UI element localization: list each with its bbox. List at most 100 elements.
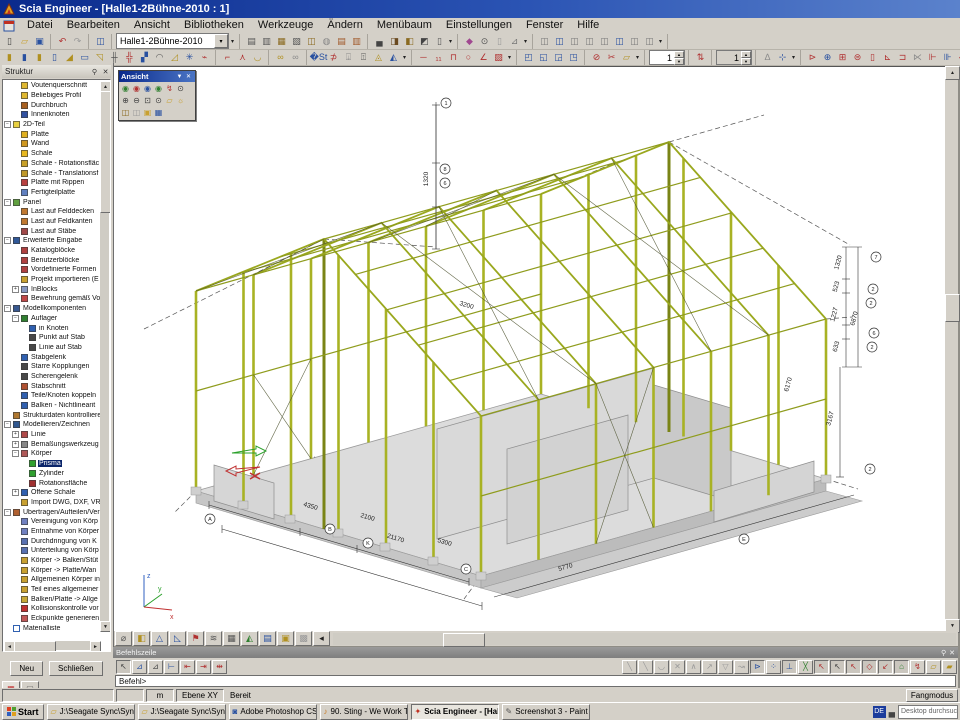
label-view-icon[interactable]: ⚑ (187, 631, 204, 646)
triangle-dark-icon[interactable]: ⊿ (148, 660, 163, 674)
window-layout4-icon[interactable]: ◫ (582, 34, 597, 48)
draw-angle-icon[interactable]: ∠ (476, 51, 491, 65)
tree-item[interactable]: +Linie (4, 430, 100, 440)
collapse-icon[interactable]: − (4, 421, 11, 428)
print-preview-icon[interactable]: ◨ (387, 34, 402, 48)
scroll-right-icon[interactable]: ► (90, 641, 101, 652)
menu-datei[interactable]: Datei (20, 18, 60, 33)
member-run-icon[interactable]: ◭ (386, 51, 401, 65)
load-view-icon[interactable]: ◺ (169, 631, 186, 646)
tree-item[interactable]: Teil eines allgemeiner (4, 585, 100, 595)
collapse-icon[interactable]: − (4, 305, 11, 312)
menu-ändern[interactable]: Ändern (320, 18, 369, 33)
befehlszeile-header[interactable]: Befehlszeile ⚲ ✕ (113, 647, 958, 658)
snap-peak-icon[interactable]: ∧ (686, 660, 701, 674)
member-data-icon[interactable]: ⍐ (356, 51, 371, 65)
dropdown-arrow-icon[interactable]: ▾ (447, 34, 454, 48)
expand-icon[interactable]: + (12, 286, 19, 293)
snap-polygon-icon[interactable]: ⌂ (894, 660, 909, 674)
window-layout1-icon[interactable]: ◫ (537, 34, 552, 48)
node-snap9-icon[interactable]: ⊩ (925, 51, 940, 65)
document-icon[interactable] (3, 20, 15, 32)
view-grid-icon[interactable]: ▦ (153, 107, 164, 118)
clipboard-icon[interactable]: ◫ (304, 34, 319, 48)
forbid-icon[interactable]: ⊘ (589, 51, 604, 65)
struktur-panel-header[interactable]: Struktur ⚲ ✕ (2, 65, 111, 78)
tree-item[interactable]: Last auf Felddecken (4, 207, 100, 217)
window-layout8-icon[interactable]: ◫ (642, 34, 657, 48)
tree-item[interactable]: Benutzerblöcke (4, 255, 100, 265)
dropdown-arrow-icon[interactable]: ▾ (657, 34, 664, 48)
trim-both-icon[interactable]: ⇹ (212, 660, 227, 674)
snap-ortho-icon[interactable]: ◇ (862, 660, 877, 674)
tree-item[interactable]: Unterteilung von Körp (4, 546, 100, 556)
gallery-icon[interactable]: ◧ (402, 34, 417, 48)
tree-item[interactable]: −Übertragen/Aufteilen/Ver (4, 507, 100, 517)
new-document-icon[interactable]: ▯ (2, 34, 17, 48)
clip-plane-icon[interactable]: ↯ (164, 83, 175, 94)
measure-icon[interactable]: ⊿ (507, 34, 522, 48)
status-plane[interactable]: Ebene XY (176, 689, 224, 702)
tree-item[interactable]: Allgemeinen Körper in (4, 575, 100, 585)
tree-item[interactable]: Stabschnitt (4, 381, 100, 391)
command-input[interactable]: Befehl> (115, 675, 956, 687)
undo-icon[interactable]: ↶ (55, 34, 70, 48)
viewpane2-icon[interactable]: ◱ (536, 51, 551, 65)
open-folder-icon[interactable]: ▱ (17, 34, 32, 48)
tree-item[interactable]: Beliebiges Profil (4, 91, 100, 101)
tree-item[interactable]: Projekt importieren (E (4, 275, 100, 285)
dropdown-arrow-icon[interactable]: ▾ (522, 34, 529, 48)
ansicht-title-bar[interactable]: Ansicht ▼ ✕ (119, 71, 195, 82)
trim-right-icon[interactable]: ⇥ (196, 660, 211, 674)
tree-item[interactable]: Durchdringung von K (4, 536, 100, 546)
view-doc-icon[interactable]: ▣ (142, 107, 153, 118)
start-button[interactable]: Start (2, 704, 44, 720)
section-cut2-icon[interactable]: ⊅ (326, 51, 341, 65)
collapse-icon[interactable]: − (4, 237, 11, 244)
scroll-up-icon[interactable]: ▲ (945, 66, 960, 80)
collapse-icon[interactable]: − (4, 509, 11, 516)
menu-werkzeuge[interactable]: Werkzeuge (251, 18, 320, 33)
tree-item[interactable]: Schale (4, 149, 100, 159)
tree-item[interactable]: Import DWG, DXF, VR (4, 498, 100, 508)
viewport-hscrollbar[interactable] (333, 633, 956, 645)
zoom-in-icon[interactable]: ⊕ (120, 95, 131, 106)
dropdown-arrow-icon[interactable]: ▾ (790, 51, 797, 65)
tree-item[interactable]: Fertigteilplatte (4, 188, 100, 198)
project-combo[interactable]: Halle1-2Bühne-2010▾ (116, 33, 229, 49)
snap-cross-icon[interactable]: ✕ (670, 660, 685, 674)
export-document-icon[interactable]: ▯ (432, 34, 447, 48)
viewpane1-icon[interactable]: ◰ (521, 51, 536, 65)
snap-mode-button[interactable]: Fangmodus (906, 689, 958, 702)
scissors-icon[interactable]: ✂ (604, 51, 619, 65)
layer-toggle-icon[interactable]: ⇅ (693, 51, 708, 65)
snap-intersect-icon[interactable]: ↖ (846, 660, 861, 674)
draw-parallel-icon[interactable]: ₁₁ (431, 51, 446, 65)
menu-hilfe[interactable]: Hilfe (570, 18, 606, 33)
menu-fenster[interactable]: Fenster (519, 18, 570, 33)
zoom-out-icon[interactable]: ⊖ (131, 95, 142, 106)
draw-hatch-icon[interactable]: ▨ (491, 51, 506, 65)
taskbar-task[interactable]: ♪90. Sting - We Work The... (320, 704, 408, 720)
window-layout6-icon[interactable]: ◫ (612, 34, 627, 48)
hinge-icon[interactable]: ◡ (250, 51, 265, 65)
magnifier-icon[interactable]: ⊙ (175, 83, 186, 94)
tree-item[interactable]: −Auflager (4, 314, 100, 324)
node-diamond-icon[interactable]: ◆ (955, 51, 960, 65)
view-person-icon[interactable]: ∆ (760, 51, 775, 65)
calculator-icon[interactable]: ◆ (462, 34, 477, 48)
tree-item[interactable]: Materialliste (4, 624, 100, 634)
draw-circle-icon[interactable]: ○ (461, 51, 476, 65)
collapse-icon[interactable]: − (12, 450, 19, 457)
layers-icon[interactable]: ▥ (259, 34, 274, 48)
snap-tangent-icon[interactable]: ↙ (878, 660, 893, 674)
solid-box-icon[interactable]: ◧ (133, 631, 150, 646)
node-snap1-icon[interactable]: ⊳ (805, 51, 820, 65)
pin-icon[interactable]: ⚲ (941, 649, 946, 657)
menu-ansicht[interactable]: Ansicht (127, 18, 177, 33)
window-layout5-icon[interactable]: ◫ (597, 34, 612, 48)
brace-icon[interactable]: ⌁ (197, 51, 212, 65)
xml-table-icon[interactable]: ▧ (289, 34, 304, 48)
node-snap4-icon[interactable]: ⊜ (850, 51, 865, 65)
tree-item[interactable]: −Modellkomponenten (4, 304, 100, 314)
